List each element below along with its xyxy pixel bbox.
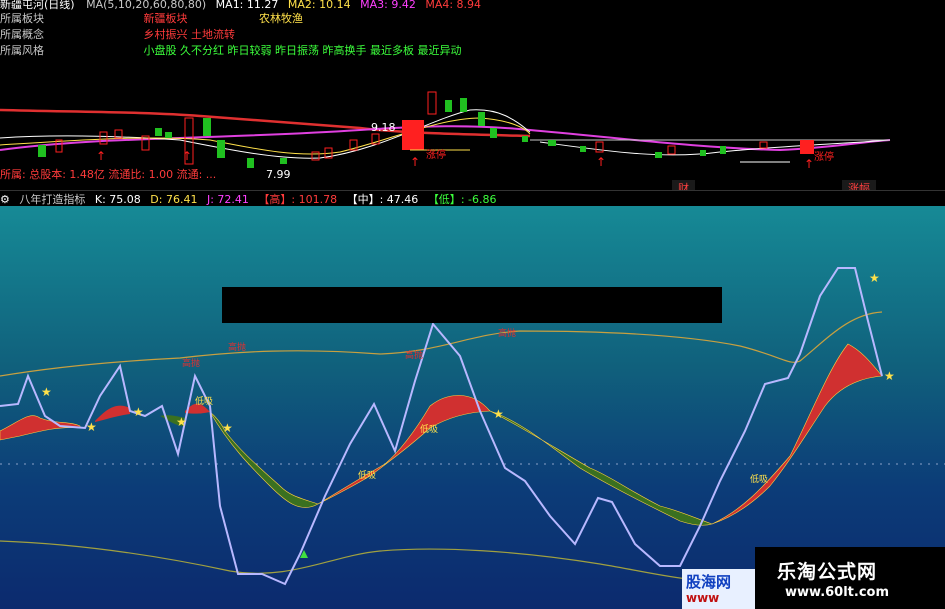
- ribbon-red-1: [0, 415, 81, 441]
- svg-text:★: ★: [133, 405, 144, 419]
- svg-text:↑: ↑: [410, 155, 420, 169]
- svg-text:↑: ↑: [96, 149, 106, 163]
- ribbon-green-3: [489, 410, 713, 526]
- j-value: J: 72.41: [206, 193, 249, 206]
- side-watermark-title: 股海网: [686, 573, 732, 591]
- ma-red-line: [0, 108, 531, 138]
- ribbon-red-5: [711, 343, 883, 525]
- high-sell-4: 高抛: [498, 327, 516, 339]
- high-sell-2: 高抛: [228, 341, 246, 353]
- side-watermark: 股海网 www: [682, 569, 755, 609]
- watermark-url: www.60lt.com: [785, 585, 890, 600]
- low-label: 【低】: [427, 193, 461, 206]
- svg-text:★: ★: [222, 421, 233, 435]
- high-label: 【高】: [258, 193, 292, 206]
- svg-text:★: ★: [884, 369, 895, 383]
- svg-text:★: ★: [41, 385, 52, 399]
- svg-text:★: ★: [493, 407, 504, 421]
- limit-up-tag-b: 涨停: [814, 150, 834, 163]
- status-line: 所属: 总股本: 1.48亿 流通比: 1.00 流通: ...: [0, 168, 217, 181]
- ribbon-red-4: [317, 395, 491, 505]
- low-absorb-4: 低吸: [750, 473, 768, 485]
- high-value: : 101.78: [291, 193, 338, 206]
- watermark-title: 乐淘公式网: [777, 561, 878, 583]
- svg-text:★: ★: [86, 420, 97, 434]
- low-value: : -6.86: [460, 193, 497, 206]
- low-absorb-1: 低吸: [195, 395, 213, 407]
- high-price-label: 9.18: [371, 121, 396, 134]
- high-sell-3: 高抛: [405, 349, 423, 361]
- svg-text:↑: ↑: [182, 149, 192, 163]
- indicator-name[interactable]: 八年打造指标: [19, 193, 85, 206]
- indicator-bar: ⚙ 八年打造指标 K: 75.08 D: 76.41 J: 72.41 【高】:…: [0, 190, 945, 207]
- d-value: D: 76.41: [150, 193, 198, 206]
- svg-text:↑: ↑: [804, 157, 814, 171]
- settings-icon[interactable]: ⚙: [0, 193, 10, 206]
- side-watermark-url: www: [686, 591, 720, 605]
- svg-text:↑: ↑: [596, 155, 606, 169]
- high-sell-1: 高抛: [182, 357, 200, 369]
- ribbon-red-2: [95, 405, 130, 422]
- kline-panel: 新疆屯河(日线) MA(5,10,20,60,80,80) MA1: 11.27…: [0, 0, 945, 196]
- site-watermark: 乐淘公式网 www.60lt.com: [755, 547, 945, 609]
- svg-text:★: ★: [869, 271, 880, 285]
- limit-up-tag-a: 涨停: [426, 148, 446, 161]
- svg-text:★: ★: [176, 415, 187, 429]
- redaction-bar: [222, 287, 722, 323]
- low-absorb-3: 低吸: [420, 423, 438, 435]
- low-price-label: 7.99: [266, 168, 291, 181]
- k-value: K: 75.08: [94, 193, 141, 206]
- mid-value: : 47.46: [379, 193, 419, 206]
- mid-label: 【中】: [346, 193, 380, 206]
- low-absorb-2: 低吸: [358, 469, 376, 481]
